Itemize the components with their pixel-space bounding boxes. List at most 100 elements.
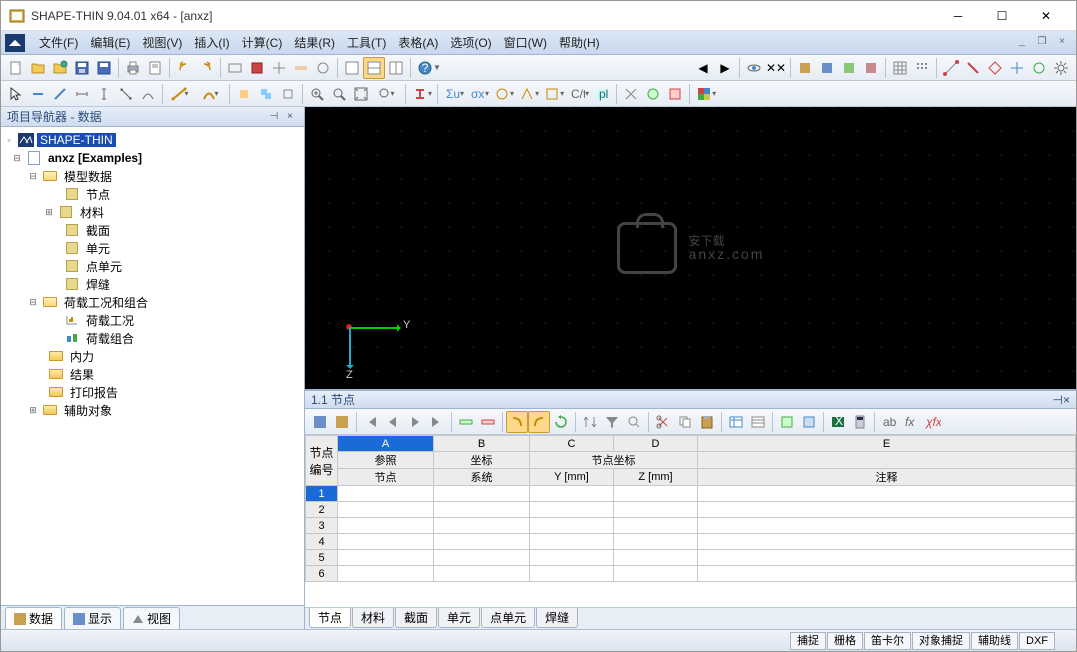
tree-aux-objects[interactable]: ⊞ 辅助对象 — [3, 401, 302, 419]
tt-delete-row-icon[interactable] — [477, 411, 499, 433]
tt-refresh-icon[interactable] — [550, 411, 572, 433]
grid-2-icon[interactable] — [911, 57, 933, 79]
close-panel-icon[interactable]: × — [282, 111, 298, 122]
mdi-minimize-button[interactable]: _ — [1013, 35, 1031, 51]
zoom-extents-icon[interactable] — [350, 83, 372, 105]
table-tab-1[interactable]: 材料 — [352, 608, 394, 628]
tt-mode-2-icon[interactable] — [528, 411, 550, 433]
measure-5-icon[interactable] — [1028, 57, 1050, 79]
menu-3[interactable]: 插入(I) — [188, 32, 235, 54]
menu-7[interactable]: 表格(A) — [392, 32, 444, 54]
table-pin-icon[interactable]: ⊣ — [1053, 393, 1063, 407]
menu-8[interactable]: 选项(O) — [444, 32, 497, 54]
tt-1-icon[interactable] — [309, 411, 331, 433]
ins-2-icon[interactable] — [255, 83, 277, 105]
tt-next-icon[interactable] — [404, 411, 426, 433]
tt-table2-icon[interactable] — [747, 411, 769, 433]
nav-tab-display[interactable]: 显示 — [64, 607, 121, 629]
print-icon[interactable] — [122, 57, 144, 79]
table-tab-3[interactable]: 单元 — [438, 608, 480, 628]
measure-3-icon[interactable] — [984, 57, 1006, 79]
table-row[interactable]: 1 — [306, 486, 1076, 502]
ed-tool-2-icon[interactable] — [27, 83, 49, 105]
tt-export-2-icon[interactable] — [798, 411, 820, 433]
status-5[interactable]: DXF — [1019, 632, 1055, 650]
table-row[interactable]: 4 — [306, 534, 1076, 550]
menu-9[interactable]: 窗口(W) — [498, 32, 553, 54]
tool-icon-5[interactable] — [312, 57, 334, 79]
model-viewport[interactable]: Y Z 安下载 anxz.com — [305, 107, 1076, 389]
menu-1[interactable]: 编辑(E) — [84, 32, 136, 54]
tree-print-report[interactable]: 打印报告 — [3, 383, 302, 401]
window-layout-1-icon[interactable] — [341, 57, 363, 79]
table-row[interactable]: 3 — [306, 518, 1076, 534]
view-tool-1-icon[interactable] — [743, 57, 765, 79]
tool-icon-4[interactable] — [290, 57, 312, 79]
render-3-icon[interactable] — [838, 57, 860, 79]
window-layout-3-icon[interactable] — [385, 57, 407, 79]
pin-icon[interactable]: ⊣ — [266, 111, 282, 122]
tree-root[interactable]: ▫ SHAPE-THIN — [3, 131, 302, 149]
menu-6[interactable]: 工具(T) — [341, 32, 392, 54]
nav-tab-view[interactable]: 视图 — [123, 607, 180, 629]
tt-export-1-icon[interactable] — [776, 411, 798, 433]
menu-10[interactable]: 帮助(H) — [553, 32, 606, 54]
tt-sort-icon[interactable] — [579, 411, 601, 433]
tree-model-data[interactable]: ⊟ 模型数据 — [3, 167, 302, 185]
table-close-icon[interactable]: × — [1063, 393, 1070, 407]
tt-prev-icon[interactable] — [382, 411, 404, 433]
tree-welds[interactable]: 焊缝 — [3, 275, 302, 293]
tt-copy-icon[interactable] — [674, 411, 696, 433]
tt-mode-1-icon[interactable] — [506, 411, 528, 433]
data-grid[interactable]: 节点编号ABCDE参照坐标节点坐标节点系统Y [mm]Z [mm]注释12345… — [305, 435, 1076, 607]
print-preview-icon[interactable] — [144, 57, 166, 79]
tool-icon-2[interactable] — [246, 57, 268, 79]
ed-tool-6-icon[interactable] — [115, 83, 137, 105]
menu-2[interactable]: 视图(V) — [136, 32, 188, 54]
measure-2-icon[interactable] — [962, 57, 984, 79]
tt-paste-icon[interactable] — [696, 411, 718, 433]
ed-tool-3-icon[interactable] — [49, 83, 71, 105]
nav-next-icon[interactable]: ▶ — [714, 57, 736, 79]
status-0[interactable]: 捕捉 — [790, 632, 826, 650]
status-1[interactable]: 栅格 — [827, 632, 863, 650]
table-tab-4[interactable]: 点单元 — [481, 608, 535, 628]
window-layout-2-icon[interactable] — [363, 57, 385, 79]
tool-icon-3[interactable] — [268, 57, 290, 79]
tool-icon-1[interactable] — [224, 57, 246, 79]
mdi-close-button[interactable]: × — [1053, 35, 1071, 51]
tree-load-cases-combos[interactable]: ⊟ 荷载工况和组合 — [3, 293, 302, 311]
settings-gear-icon[interactable] — [1050, 57, 1072, 79]
open-file-icon[interactable] — [27, 57, 49, 79]
tree-results[interactable]: 结果 — [3, 365, 302, 383]
ed-tool-5-icon[interactable] — [93, 83, 115, 105]
new-file-icon[interactable] — [5, 57, 27, 79]
status-4[interactable]: 辅助线 — [971, 632, 1018, 650]
measure-4-icon[interactable] — [1006, 57, 1028, 79]
measure-icon[interactable] — [940, 57, 962, 79]
tree-project[interactable]: ⊟ anxz [Examples] — [3, 149, 302, 167]
tt-fx-red-icon[interactable]: χfx — [922, 411, 944, 433]
tt-last-icon[interactable] — [426, 411, 448, 433]
draw-line-icon[interactable]: ▾ — [166, 83, 196, 105]
ed-tool-7-icon[interactable] — [137, 83, 159, 105]
menu-0[interactable]: 文件(F) — [33, 32, 84, 54]
tt-excel-icon[interactable]: X — [827, 411, 849, 433]
select-arrow-icon[interactable] — [5, 83, 27, 105]
tree-load-combos[interactable]: 荷载组合 — [3, 329, 302, 347]
tree-point-elements[interactable]: 点单元 — [3, 257, 302, 275]
tt-find-icon[interactable] — [623, 411, 645, 433]
check-2-icon[interactable] — [642, 83, 664, 105]
redo-icon[interactable] — [195, 57, 217, 79]
save-icon[interactable] — [71, 57, 93, 79]
table-tab-5[interactable]: 焊缝 — [536, 608, 578, 628]
tt-insert-row-icon[interactable] — [455, 411, 477, 433]
tt-filter-icon[interactable] — [601, 411, 623, 433]
tree-internal-forces[interactable]: 内力 — [3, 347, 302, 365]
tt-first-icon[interactable] — [360, 411, 382, 433]
grid-icon[interactable] — [889, 57, 911, 79]
undo-icon[interactable] — [173, 57, 195, 79]
view-tool-2-icon[interactable]: ✕✕ — [765, 57, 787, 79]
tree-sections[interactable]: 截面 — [3, 221, 302, 239]
minimize-button[interactable]: ─ — [936, 2, 980, 30]
